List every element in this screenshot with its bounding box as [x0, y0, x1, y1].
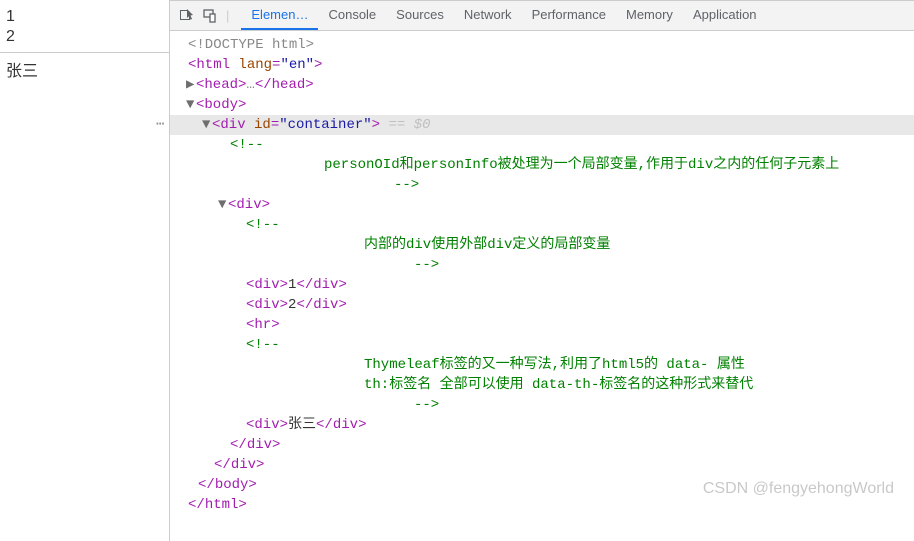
- dom-div1[interactable]: <div>1</div>: [170, 275, 914, 295]
- inspect-icon[interactable]: [176, 6, 196, 26]
- devtools-toolbar: | Elemen… Console Sources Network Perfor…: [170, 1, 914, 31]
- elements-tree[interactable]: <!DOCTYPE html> <html lang="en"> ▶<head>…: [170, 31, 914, 515]
- dom-container-open[interactable]: ▼<div id="container"> == $0: [170, 115, 914, 135]
- devtools-tabs: Elemen… Console Sources Network Performa…: [241, 1, 766, 30]
- dom-comment3b[interactable]: th:标签名 全部可以使用 data-th-标签名的这种形式来替代: [170, 375, 914, 395]
- dom-doctype[interactable]: <!DOCTYPE html>: [170, 35, 914, 55]
- page-line-2: 2: [6, 28, 169, 46]
- dom-comment2-text[interactable]: 内部的div使用外部div定义的局部变量: [170, 235, 914, 255]
- tab-application[interactable]: Application: [683, 1, 767, 30]
- dom-comment3-open[interactable]: <!--: [170, 335, 914, 355]
- tab-network[interactable]: Network: [454, 1, 522, 30]
- devtools-panel: | Elemen… Console Sources Network Perfor…: [170, 0, 914, 541]
- dom-innerdiv-close[interactable]: </div>: [170, 435, 914, 455]
- dom-body-open[interactable]: ▼<body>: [170, 95, 914, 115]
- tab-performance[interactable]: Performance: [522, 1, 616, 30]
- toolbar-separator: |: [226, 8, 229, 23]
- device-toolbar-icon[interactable]: [200, 6, 220, 26]
- dom-comment2-open[interactable]: <!--: [170, 215, 914, 235]
- dom-comment1-text[interactable]: personOId和personInfo被处理为一个局部变量,作用于div之内的…: [170, 155, 914, 175]
- dom-comment3-close[interactable]: -->: [170, 395, 914, 415]
- page-name: 张三: [6, 57, 169, 81]
- dom-innerdiv-open[interactable]: ▼<div>: [170, 195, 914, 215]
- tab-elements[interactable]: Elemen…: [241, 1, 318, 30]
- dom-comment2-close[interactable]: -->: [170, 255, 914, 275]
- dom-hr[interactable]: <hr>: [170, 315, 914, 335]
- dom-comment3a[interactable]: Thymeleaf标签的又一种写法,利用了html5的 data- 属性: [170, 355, 914, 375]
- dom-container-close[interactable]: </div>: [170, 455, 914, 475]
- tab-console[interactable]: Console: [318, 1, 386, 30]
- dom-html-open[interactable]: <html lang="en">: [170, 55, 914, 75]
- page-line-1: 1: [6, 8, 169, 26]
- tab-memory[interactable]: Memory: [616, 1, 683, 30]
- dom-comment1-close[interactable]: -->: [170, 175, 914, 195]
- dom-div2[interactable]: <div>2</div>: [170, 295, 914, 315]
- watermark: CSDN @fengyehongWorld: [703, 479, 894, 499]
- rendered-page-pane: 1 2 张三: [0, 0, 170, 541]
- dom-head[interactable]: ▶<head>…</head>: [170, 75, 914, 95]
- dom-div-name[interactable]: <div>张三</div>: [170, 415, 914, 435]
- tab-sources[interactable]: Sources: [386, 1, 454, 30]
- dom-comment1-open[interactable]: <!--: [170, 135, 914, 155]
- page-divider: [0, 52, 169, 53]
